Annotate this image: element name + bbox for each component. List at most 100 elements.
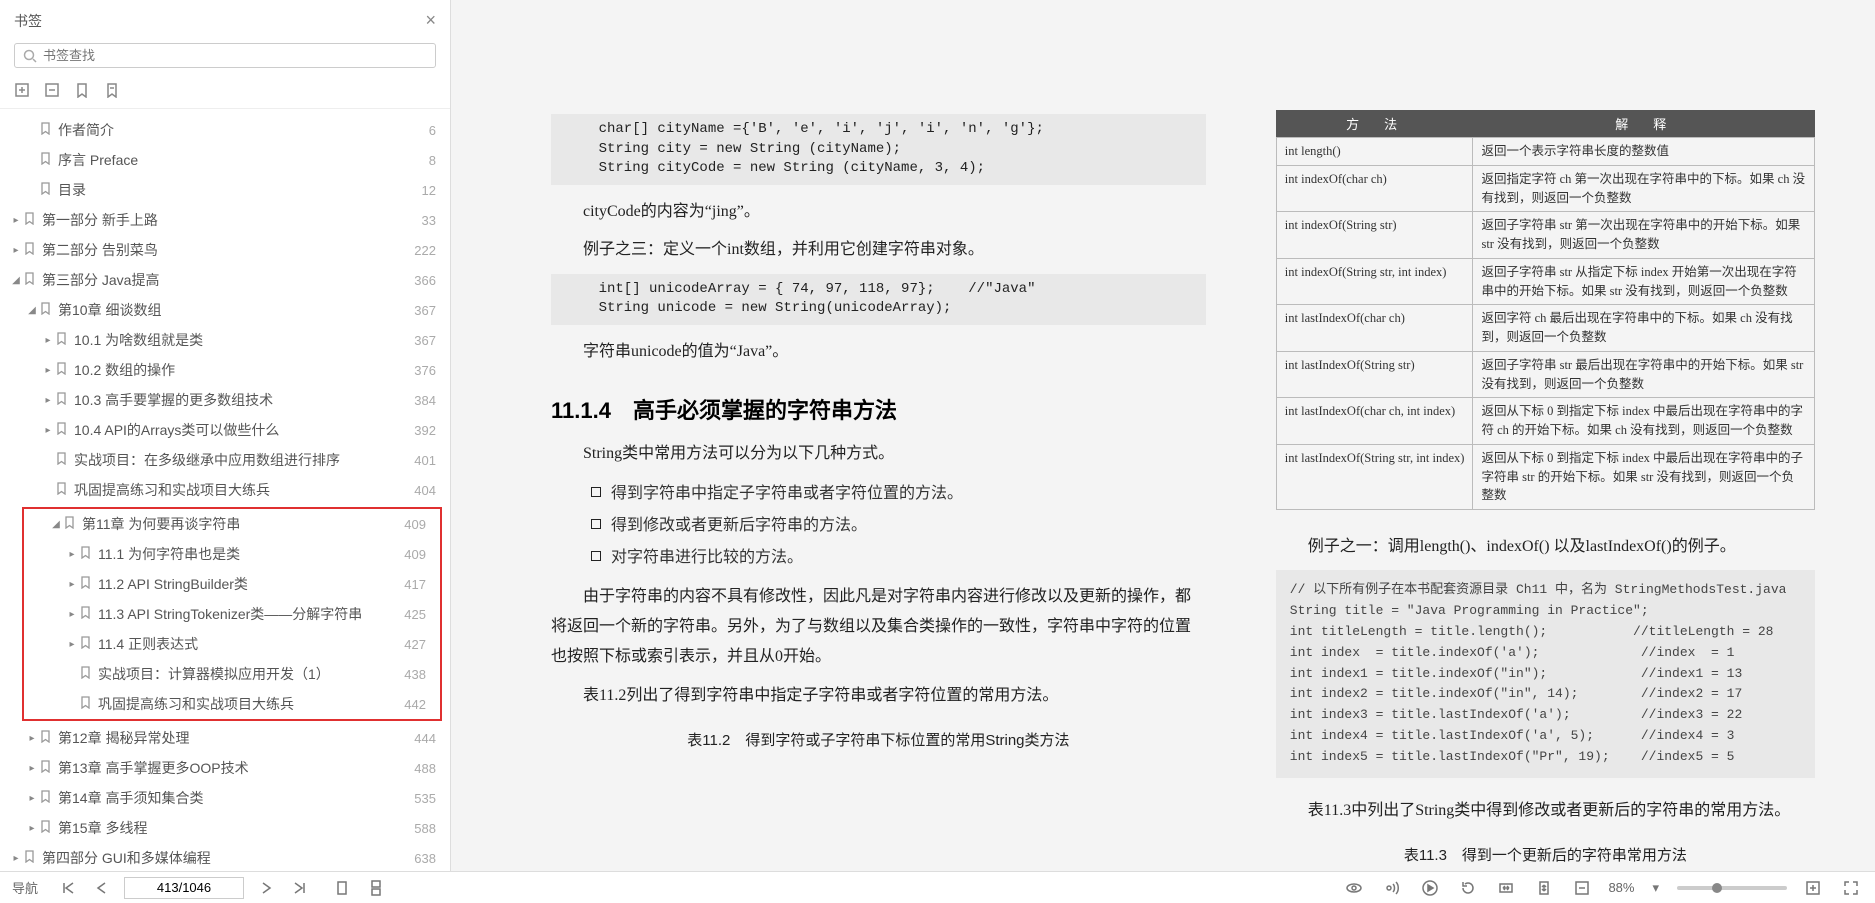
bookmark-icon: [80, 636, 92, 652]
bookmark-label: 11.2 API StringBuilder类: [98, 574, 396, 594]
bookmark-icon: [40, 152, 52, 168]
first-page-button[interactable]: [56, 878, 80, 898]
tree-toggle-icon[interactable]: ◢: [26, 305, 38, 316]
zoom-dropdown-icon[interactable]: ▾: [1648, 878, 1663, 898]
bookmark-icon: [40, 730, 52, 746]
tree-toggle-icon[interactable]: ▸: [26, 793, 38, 804]
bookmark-row[interactable]: ◢ 第10章 细谈数组 367: [0, 295, 450, 325]
bookmark-label: 第一部分 新手上路: [42, 210, 414, 230]
rotate-icon[interactable]: [1456, 878, 1480, 898]
bookmark-row[interactable]: 序言 Preface8: [0, 145, 450, 175]
bookmark-row[interactable]: ▸11.1 为何字符串也是类409: [24, 539, 440, 569]
table-row: int indexOf(String str)返回子字符串 str 第一次出现在…: [1276, 212, 1814, 259]
bookmark-page: 8: [429, 153, 436, 168]
bookmark-icon: [80, 546, 92, 562]
bookmark-page: 366: [414, 273, 436, 288]
bookmark-add-icon[interactable]: [74, 82, 90, 98]
tree-toggle-icon[interactable]: ▸: [42, 425, 54, 436]
paragraph: 表11.2列出了得到字符串中指定子字符串或者字符位置的常用方法。: [551, 681, 1206, 711]
tree-toggle-icon[interactable]: ▸: [26, 733, 38, 744]
tree-toggle-icon[interactable]: ◢: [50, 519, 62, 530]
table-cell: 返回子字符串 str 最后出现在字符串中的开始下标。如果 str 没有找到，则返…: [1473, 351, 1815, 398]
table-header: 解 释: [1473, 110, 1815, 138]
bookmark-page: 367: [414, 303, 436, 318]
bookmark-row[interactable]: ▸10.4 API的Arrays类可以做些什么392: [0, 415, 450, 445]
table-cell: 返回子字符串 str 第一次出现在字符串中的开始下标。如果 str 没有找到，则…: [1473, 212, 1815, 259]
bookmark-icon: [24, 272, 36, 288]
bookmark-page: 367: [414, 333, 436, 348]
bookmark-search-input[interactable]: [43, 48, 427, 63]
bookmark-label: 第14章 高手须知集合类: [58, 788, 406, 808]
tree-toggle-icon[interactable]: ▸: [42, 335, 54, 346]
next-page-button[interactable]: [254, 878, 278, 898]
tree-toggle-icon[interactable]: ▸: [66, 639, 78, 650]
fit-page-icon[interactable]: [1532, 878, 1556, 898]
prev-page-button[interactable]: [90, 878, 114, 898]
bookmark-row[interactable]: ▸第二部分 告别菜鸟222: [0, 235, 450, 265]
bookmark-row[interactable]: ▸第15章 多线程588: [0, 813, 450, 843]
bookmark-row[interactable]: ▸第一部分 新手上路33: [0, 205, 450, 235]
bookmark-row[interactable]: ◢第三部分 Java提高366: [0, 265, 450, 295]
tree-toggle-icon[interactable]: ▸: [10, 245, 22, 256]
tree-toggle-icon[interactable]: ▸: [10, 215, 22, 226]
tree-toggle-icon[interactable]: ▸: [26, 823, 38, 834]
expand-all-icon[interactable]: [14, 82, 30, 98]
bookmark-search[interactable]: [14, 43, 436, 68]
bookmark-label: 第10章 细谈数组: [58, 300, 406, 320]
bookmark-icon: [56, 482, 68, 498]
fit-width-icon[interactable]: [1494, 878, 1518, 898]
table-caption: 表11.3 得到一个更新后的字符串常用方法: [1276, 844, 1815, 865]
close-icon[interactable]: ×: [425, 10, 436, 31]
bookmark-row[interactable]: ▸11.2 API StringBuilder类417: [24, 569, 440, 599]
bookmark-row[interactable]: ▸第14章 高手须知集合类535: [0, 783, 450, 813]
play-icon[interactable]: [1418, 878, 1442, 898]
tree-toggle-icon[interactable]: ▸: [66, 579, 78, 590]
bookmark-page: 409: [404, 547, 426, 562]
bookmark-range-icon[interactable]: [104, 82, 120, 98]
read-aloud-icon[interactable]: [1380, 878, 1404, 898]
bookmark-row[interactable]: ▸11.4 正则表达式427: [24, 629, 440, 659]
page-input[interactable]: [124, 877, 244, 899]
bookmark-row[interactable]: 实战项目：在多级继承中应用数组进行排序401: [0, 445, 450, 475]
tree-toggle-icon[interactable]: ▸: [66, 549, 78, 560]
last-page-button[interactable]: [288, 878, 312, 898]
bookmark-row[interactable]: ▸10.3 高手要掌握的更多数组技术384: [0, 385, 450, 415]
tree-toggle-icon[interactable]: ▸: [26, 763, 38, 774]
table-cell: int indexOf(char ch): [1276, 165, 1473, 212]
continuous-page-icon[interactable]: [364, 878, 388, 898]
table-row: int lastIndexOf(String str, int index)返回…: [1276, 444, 1814, 509]
bookmark-row[interactable]: 目录12: [0, 175, 450, 205]
zoom-out-button[interactable]: [1570, 878, 1594, 898]
bookmark-label: 巩固提高练习和实战项目大练兵: [98, 694, 396, 714]
bookmark-row[interactable]: ▸10.2 数组的操作376: [0, 355, 450, 385]
bookmark-row[interactable]: 实战项目：计算器模拟应用开发（1）438: [24, 659, 440, 689]
bookmark-row[interactable]: ◢第11章 为何要再谈字符串409: [24, 509, 440, 539]
bookmark-row[interactable]: ▸11.3 API StringTokenizer类——分解字符串425: [24, 599, 440, 629]
bookmark-row[interactable]: ▸10.1 为啥数组就是类367: [0, 325, 450, 355]
bookmark-icon: [56, 452, 68, 468]
bookmark-icon: [24, 242, 36, 258]
bookmark-row[interactable]: 作者简介6: [0, 115, 450, 145]
bookmark-row[interactable]: 巩固提高练习和实战项目大练兵404: [0, 475, 450, 505]
bookmark-row[interactable]: ▸第四部分 GUI和多媒体编程638: [0, 843, 450, 873]
tree-toggle-icon[interactable]: ▸: [42, 365, 54, 376]
bookmark-row[interactable]: 巩固提高练习和实战项目大练兵442: [24, 689, 440, 719]
collapse-all-icon[interactable]: [44, 82, 60, 98]
tree-toggle-icon[interactable]: ▸: [66, 609, 78, 620]
bookmark-page: 488: [414, 761, 436, 776]
bookmark-row[interactable]: ▸第12章 揭秘异常处理444: [0, 723, 450, 753]
tree-toggle-icon[interactable]: ◢: [10, 275, 22, 286]
table-row: int indexOf(String str, int index)返回子字符串…: [1276, 258, 1814, 305]
tree-toggle-icon[interactable]: ▸: [42, 395, 54, 406]
zoom-slider[interactable]: [1677, 886, 1787, 890]
tree-toggle-icon[interactable]: ▸: [10, 853, 22, 864]
fullscreen-icon[interactable]: [1839, 878, 1863, 898]
page-right: 方 法解 释 int length()返回一个表示字符串长度的整数值int in…: [1276, 110, 1815, 863]
bullet-item: 得到修改或者更新后字符串的方法。: [591, 510, 1206, 542]
bookmark-row[interactable]: ▸ 第13章 高手掌握更多OOP技术 488: [0, 753, 450, 783]
zoom-in-button[interactable]: [1801, 878, 1825, 898]
single-page-icon[interactable]: [330, 878, 354, 898]
document-viewport[interactable]: char[] cityName ={'B', 'e', 'i', 'j', 'i…: [451, 0, 1875, 903]
bookmark-label: 第13章 高手掌握更多OOP技术: [58, 758, 406, 778]
view-mode-icon[interactable]: [1342, 878, 1366, 898]
